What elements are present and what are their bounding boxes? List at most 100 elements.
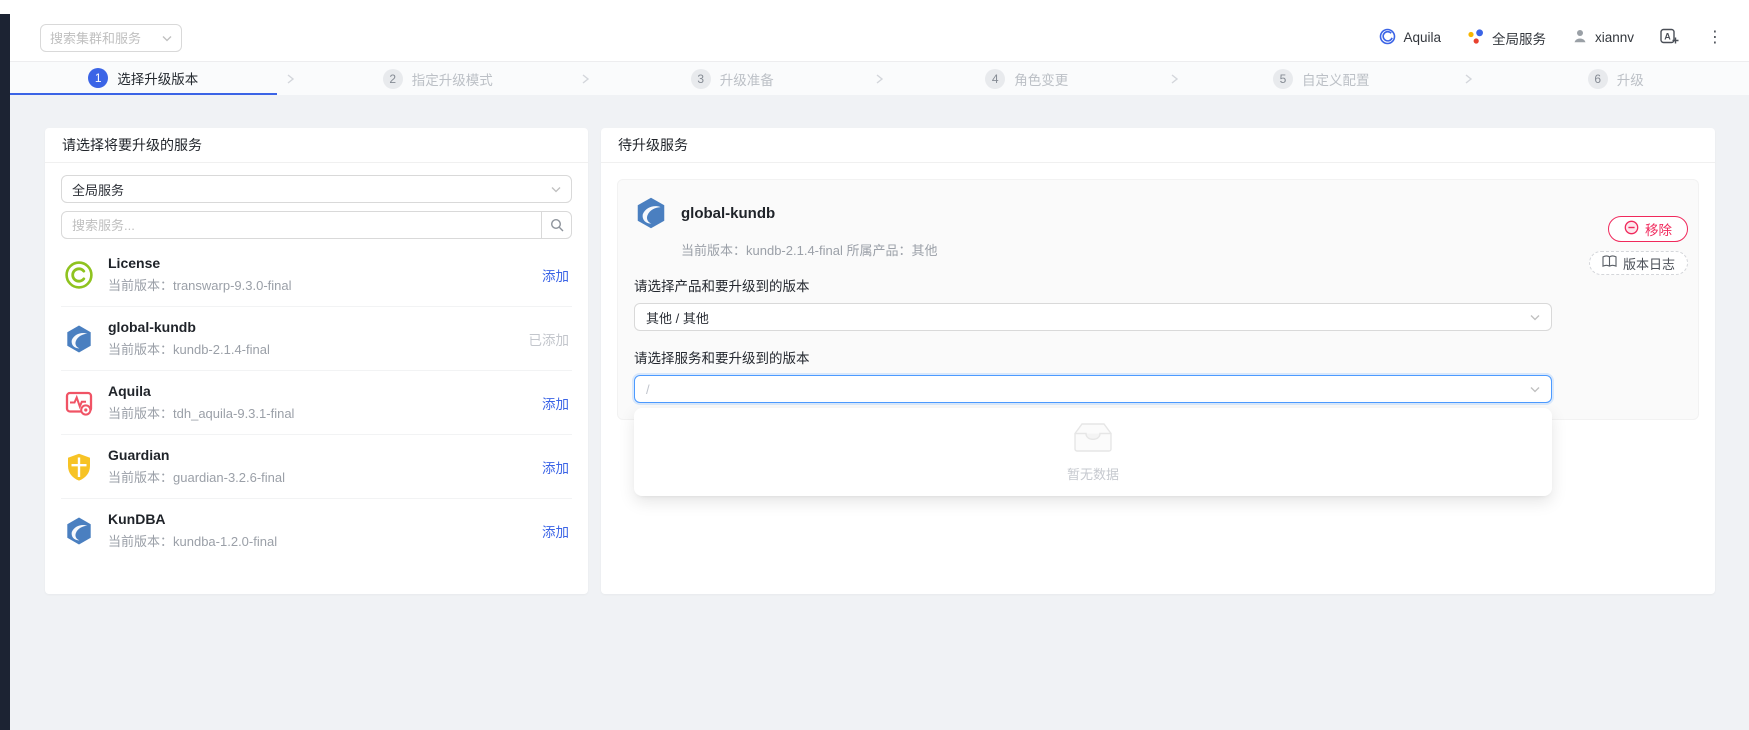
step-label: 升级 [1616, 72, 1644, 88]
step-label: 自定义配置 [1302, 72, 1370, 88]
service-list: License 当前版本：transwarp-9.3.0-final 添加 gl… [61, 243, 572, 562]
service-name: License [108, 255, 161, 271]
service-version-dropdown: 暂无数据 [634, 408, 1552, 496]
service-search-input[interactable] [62, 212, 541, 238]
service-select-label: 请选择服务和要升级到的版本 [634, 351, 810, 366]
user-menu-label: xiannv [1594, 30, 1634, 45]
content-area: 请选择将要升级的服务 全局服务 搜索服务... License 当前版本：tra… [10, 95, 1749, 730]
card-service-name: global-kundb [681, 204, 776, 222]
minus-circle-icon [1624, 220, 1639, 238]
svg-text:A: A [1664, 31, 1671, 41]
add-service-link[interactable]: 添加 [542, 521, 569, 541]
cluster-service-search-select[interactable]: 搜索集群和服务 [40, 23, 182, 52]
added-service-label: 已添加 [528, 332, 570, 348]
card-form: 请选择产品和要升级到的版本 其他 / 其他 请选择服务和要升级到的版本 / 暂无… [634, 275, 1682, 496]
kundb-icon [64, 324, 94, 354]
service-row-aquila: Aquila 当前版本：tdh_aquila-9.3.1-final 添加 [61, 371, 572, 435]
service-version: kundba-1.2.0-final [173, 534, 278, 549]
service-row-global-kundb: global-kundb 当前版本：kundb-2.1.4-final 已添加 [61, 307, 572, 371]
cluster-service-search-placeholder: 搜索集群和服务 [50, 31, 142, 46]
pending-upgrade-header: 待升级服务 [601, 128, 1715, 163]
empty-data-text: 暂无数据 [1066, 466, 1119, 482]
chevron-down-icon [1530, 380, 1540, 398]
kundba-icon [64, 516, 94, 546]
card-version-label: 当前版本： [681, 243, 747, 258]
step-chevron-icon [1160, 62, 1188, 95]
version-changelog-button[interactable]: 版本日志 [1588, 251, 1688, 275]
service-picker-header: 请选择将要升级的服务 [45, 128, 588, 163]
step-number: 5 [1273, 68, 1293, 89]
changelog-book-icon [1602, 255, 1617, 271]
scope-menu-label: 全局服务 [1491, 31, 1546, 47]
service-version: kundb-2.1.4-final [173, 342, 270, 357]
service-row-kundba: KunDBA 当前版本：kundba-1.2.0-final 添加 [61, 499, 572, 562]
topbar-right: Aquila 全局服务 xiannv A ⋮ [1379, 28, 1725, 48]
step-label: 指定升级模式 [411, 72, 493, 88]
scope-select[interactable]: 全局服务 [61, 175, 572, 203]
product-version-select[interactable]: 其他 / 其他 [634, 303, 1552, 331]
step-4-role-change[interactable]: 4 角色变更 [894, 62, 1161, 95]
service-version: tdh_aquila-9.3.1-final [173, 406, 295, 421]
step-5-custom-config[interactable]: 5 自定义配置 [1188, 62, 1455, 95]
remove-button-label: 移除 [1645, 223, 1672, 238]
service-row-license: License 当前版本：transwarp-9.3.0-final 添加 [61, 243, 572, 307]
step-number: 2 [382, 68, 403, 89]
service-version-select-value: / [646, 381, 650, 397]
service-name: global-kundb [108, 319, 196, 335]
upgrade-wizard-stepper: 1 选择升级版本 2 指定升级模式 3 升级准备 4 角色变更 5 自定义配置 [10, 62, 1749, 95]
service-version: transwarp-9.3.0-final [173, 278, 292, 293]
guardian-icon [64, 452, 94, 482]
search-icon[interactable] [541, 212, 571, 238]
version-prefix: 当前版本： [108, 534, 174, 549]
main-area: 搜索集群和服务 Aquila 全局服务 xiannv A ⋮ 1 选择升级版本 … [10, 14, 1749, 730]
cluster-dots-icon [1467, 28, 1485, 48]
pending-upgrade-panel: 待升级服务 global-kundb 当前版本：kundb-2.1.4-fina… [601, 128, 1715, 594]
add-service-link[interactable]: 添加 [542, 393, 569, 413]
chevron-down-icon [162, 29, 172, 47]
step-chevron-icon [1455, 62, 1483, 95]
product-version-select-value: 其他 / 其他 [646, 310, 709, 326]
chevron-down-icon [551, 180, 561, 198]
step-3-upgrade-prepare[interactable]: 3 升级准备 [599, 62, 866, 95]
step-2-upgrade-mode[interactable]: 2 指定升级模式 [305, 62, 572, 95]
step-number: 1 [88, 67, 109, 88]
card-version: kundb-2.1.4-final [746, 243, 843, 258]
version-prefix: 当前版本： [108, 278, 174, 293]
step-1-select-version[interactable]: 1 选择升级版本 [10, 62, 277, 95]
service-name: KunDBA [108, 511, 166, 527]
scope-select-value: 全局服务 [72, 182, 125, 198]
pending-upgrade-body: global-kundb 当前版本：kundb-2.1.4-final 所属产品… [601, 163, 1715, 496]
step-number: 3 [690, 68, 711, 89]
service-version-select-wrap: / 暂无数据 [634, 375, 1552, 496]
add-service-link[interactable]: 添加 [542, 457, 569, 477]
service-version-select[interactable]: / [634, 375, 1552, 403]
user-menu[interactable]: xiannv [1572, 28, 1634, 47]
service-search [61, 211, 572, 239]
step-chevron-icon [866, 62, 894, 95]
chevron-down-icon [1530, 308, 1540, 326]
upgrade-service-card: global-kundb 当前版本：kundb-2.1.4-final 所属产品… [617, 179, 1699, 496]
card-actions: 移除 版本日志 [1588, 216, 1688, 275]
scope-menu[interactable]: 全局服务 [1467, 28, 1546, 48]
step-chevron-icon [277, 62, 305, 95]
card-head: global-kundb [634, 196, 1682, 230]
product-menu[interactable]: Aquila [1379, 28, 1441, 48]
step-6-upgrade[interactable]: 6 升级 [1483, 62, 1749, 95]
remove-service-button[interactable]: 移除 [1608, 216, 1688, 242]
step-number: 6 [1587, 68, 1608, 89]
translate-icon: A [1660, 28, 1679, 48]
changelog-button-label: 版本日志 [1622, 256, 1675, 272]
app-window: 搜索集群和服务 Aquila 全局服务 xiannv A ⋮ 1 选择升级版本 … [0, 14, 1749, 730]
user-icon [1572, 28, 1588, 47]
service-row-guardian: Guardian 当前版本：guardian-3.2.6-final 添加 [61, 435, 572, 499]
kundb-icon [634, 196, 668, 230]
product-menu-label: Aquila [1403, 30, 1441, 45]
aquila-icon [64, 388, 94, 418]
step-number: 4 [985, 68, 1006, 89]
card-product: 其他 [911, 243, 938, 258]
add-service-link[interactable]: 添加 [542, 265, 569, 285]
service-name: Aquila [108, 383, 151, 399]
more-options-kebab-icon[interactable]: ⋮ [1705, 29, 1725, 46]
language-switch-button[interactable]: A [1660, 28, 1679, 48]
service-picker-body: 全局服务 搜索服务... License 当前版本：transwarp-9.3.… [45, 163, 588, 562]
